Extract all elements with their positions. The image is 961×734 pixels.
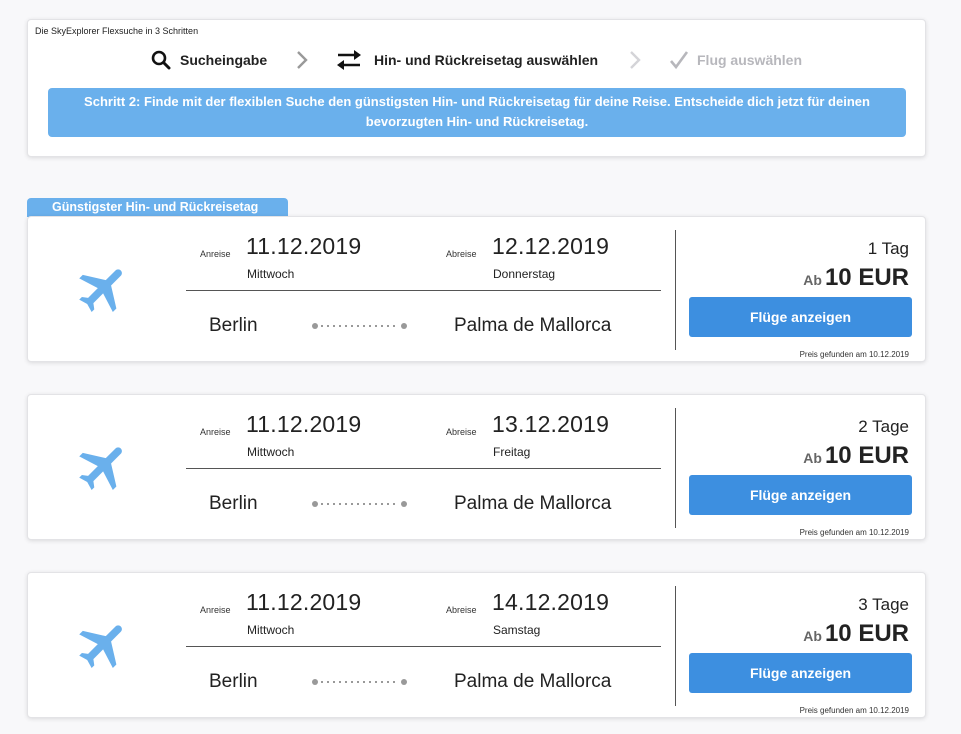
origin-city: Berlin <box>209 671 258 692</box>
price-found-note: Preis gefunden am 10.12.2019 <box>799 528 909 537</box>
steps-title: Die SkyExplorer Flexsuche in 3 Schritten <box>35 26 199 36</box>
swap-arrows-icon <box>335 48 363 72</box>
return-label: Abreise <box>446 249 477 259</box>
departure-weekday: Mittwoch <box>247 623 295 637</box>
price-found-note: Preis gefunden am 10.12.2019 <box>799 350 909 359</box>
divider <box>675 408 676 528</box>
return-weekday: Donnerstag <box>493 267 556 281</box>
return-weekday: Samstag <box>493 623 541 637</box>
return-label: Abreise <box>446 605 477 615</box>
price-prefix: Ab <box>803 272 822 288</box>
search-icon <box>149 48 173 72</box>
route-dots <box>312 501 407 507</box>
step-hint-banner: Schritt 2: Finde mit der flexiblen Suche… <box>48 88 906 137</box>
price-value: 10 EUR <box>824 264 909 291</box>
result-card: Anreise 11.12.2019 Mittwoch Abreise 12.1… <box>27 216 926 362</box>
route-dots <box>312 679 407 685</box>
price-value: 10 EUR <box>824 620 909 647</box>
destination-city: Palma de Mallorca <box>454 671 612 692</box>
best-option-tab: Günstigster Hin- und Rückreisetag <box>27 198 288 217</box>
step-select-flight: Flug auswählen <box>667 48 802 72</box>
checkmark-icon <box>667 48 691 72</box>
departure-date: 11.12.2019 <box>246 233 362 259</box>
show-flights-button[interactable]: Flüge anzeigen <box>689 475 912 515</box>
airplane-icon <box>79 447 122 490</box>
trip-duration: 1 Tag <box>867 239 909 258</box>
divider <box>186 290 661 291</box>
price: Ab 10 EUR <box>803 264 909 292</box>
price-prefix: Ab <box>803 628 822 644</box>
result-card: Anreise 11.12.2019 Mittwoch Abreise 14.1… <box>27 572 926 718</box>
divider <box>675 586 676 706</box>
departure-label: Anreise <box>200 249 231 259</box>
price-found-note: Preis gefunden am 10.12.2019 <box>799 706 909 715</box>
return-label: Abreise <box>446 427 477 437</box>
return-weekday: Freitag <box>493 445 531 459</box>
steps-progress: Sucheingabe Hin- und Rückreisetag auswäh… <box>28 48 925 72</box>
price: Ab 10 EUR <box>803 442 909 470</box>
divider <box>675 230 676 350</box>
result-card: Anreise 11.12.2019 Mittwoch Abreise 13.1… <box>27 394 926 540</box>
departure-label: Anreise <box>200 427 231 437</box>
destination-city: Palma de Mallorca <box>454 315 612 336</box>
destination-city: Palma de Mallorca <box>454 493 612 514</box>
trip-duration: 2 Tage <box>858 417 909 436</box>
price-prefix: Ab <box>803 450 822 466</box>
show-flights-button[interactable]: Flüge anzeigen <box>689 297 912 337</box>
trip-duration: 3 Tage <box>858 595 909 614</box>
departure-date: 11.12.2019 <box>246 411 362 437</box>
return-date: 13.12.2019 <box>492 411 610 437</box>
origin-city: Berlin <box>209 493 258 514</box>
divider <box>186 468 661 469</box>
departure-weekday: Mittwoch <box>247 445 295 459</box>
return-date: 14.12.2019 <box>492 589 610 615</box>
airplane-icon <box>79 625 122 668</box>
price: Ab 10 EUR <box>803 620 909 648</box>
step-select-days-label: Hin- und Rückreisetag auswählen <box>374 52 599 68</box>
chevron-right-icon <box>294 50 310 70</box>
steps-card: Die SkyExplorer Flexsuche in 3 Schritten… <box>27 19 926 157</box>
origin-city: Berlin <box>209 315 258 336</box>
step-search[interactable]: Sucheingabe <box>149 48 267 72</box>
show-flights-button[interactable]: Flüge anzeigen <box>689 653 912 693</box>
return-date: 12.12.2019 <box>492 233 610 259</box>
step-select-flight-label: Flug auswählen <box>697 52 803 68</box>
divider <box>186 646 661 647</box>
departure-date: 11.12.2019 <box>246 589 362 615</box>
departure-label: Anreise <box>200 605 231 615</box>
airplane-icon <box>79 269 122 312</box>
step-select-days[interactable]: Hin- und Rückreisetag auswählen <box>335 48 598 72</box>
price-value: 10 EUR <box>824 442 909 469</box>
route-dots <box>312 323 407 329</box>
step-search-label: Sucheingabe <box>180 52 268 68</box>
chevron-right-icon <box>627 50 643 70</box>
departure-weekday: Mittwoch <box>247 267 295 281</box>
